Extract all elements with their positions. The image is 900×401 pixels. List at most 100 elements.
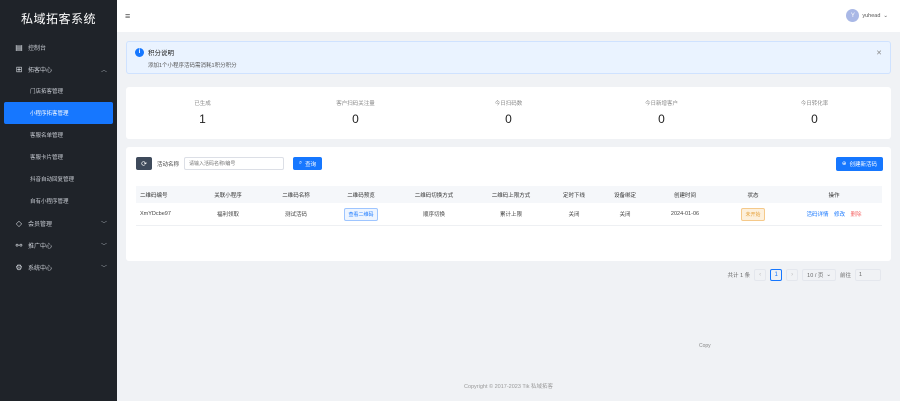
- next-page-button[interactable]: ›: [786, 269, 799, 281]
- table-row: XmYDcbe97 福利领取 测试活码 查看二维码 顺序切换 累计上限 关闭 关…: [136, 203, 882, 226]
- chevron-down-icon: ﹀: [100, 265, 107, 272]
- avatar: Y: [846, 9, 860, 22]
- stat-today-new: 今日新增客户 0: [585, 87, 738, 139]
- sidebar-item-label: 拓客中心: [28, 67, 53, 74]
- sidebar-item-customer-center[interactable]: ⊞ 拓客中心 ︿: [0, 58, 117, 80]
- sidebar-subitem-douyin-reply[interactable]: 抖音自动回复管理: [0, 168, 117, 190]
- copy-tooltip: Copy: [699, 343, 711, 349]
- pagination: 共计 1 条 ‹ 1 › 10 / 页 ⌄ 前往 1: [728, 269, 881, 281]
- column-header: 二维码上限方式: [491, 192, 531, 199]
- column-header: 创建时间: [673, 192, 696, 199]
- share-icon: ⚯: [15, 240, 23, 250]
- sidebar-subitem-miniprogram[interactable]: 小程序拓客管理: [4, 102, 113, 124]
- stat-value: 0: [505, 112, 512, 126]
- total-count: 共计 1 条: [727, 273, 751, 279]
- create-qrcode-button[interactable]: ⊕ 创建新活码: [835, 157, 883, 171]
- alert-description: 添加1个小程序活码需消耗1积分积分: [148, 63, 237, 69]
- field-label: 活动名称: [157, 161, 180, 168]
- close-icon[interactable]: ✕: [876, 49, 882, 57]
- stat-today-scans: 今日扫码数 0: [432, 87, 585, 139]
- prev-page-button[interactable]: ‹: [754, 269, 767, 281]
- jump-input[interactable]: 1: [855, 269, 881, 281]
- stat-value: 0: [811, 112, 818, 126]
- column-header: 关联小程序: [214, 192, 242, 199]
- column-header: 状态: [747, 192, 759, 199]
- sidebar-subitem-own-miniprogram[interactable]: 自有小程序管理: [0, 190, 117, 212]
- qrcode-table: 二维码编号 关联小程序 二维码名称 二维码预览 二维码切换方式 二维码上限方式 …: [136, 186, 882, 226]
- sidebar-item-members[interactable]: ◇ 会员管理 ﹀: [0, 212, 117, 234]
- column-header: 定时下线: [562, 192, 585, 199]
- dashboard-icon: ▤: [15, 42, 23, 52]
- sidebar-item-dashboard[interactable]: ▤ 控制台: [0, 36, 117, 58]
- column-header: 二维码编号: [140, 192, 168, 199]
- page-number[interactable]: 1: [770, 269, 783, 281]
- gear-icon: ⚙: [15, 262, 23, 272]
- refresh-button[interactable]: ⟳: [136, 157, 152, 170]
- sidebar-item-label: 控制台: [28, 45, 47, 52]
- cell-name: 测试活码: [284, 212, 307, 218]
- sidebar-item-promotion[interactable]: ⚯ 推广中心 ﹀: [0, 234, 117, 256]
- cell-miniprogram: 福利领取: [216, 212, 239, 218]
- cell-device-binding: 关闭: [619, 212, 631, 218]
- column-header: 二维码名称: [282, 192, 310, 199]
- status-badge: 未开始: [741, 207, 765, 221]
- chevron-up-icon: ︿: [100, 67, 107, 74]
- query-label: 查询: [305, 161, 317, 168]
- sidebar-item-label: 推广中心: [28, 243, 53, 250]
- footer: Copyright © 2017-2023 Tik 私域拓客: [463, 383, 554, 390]
- column-header: 操作: [828, 192, 840, 199]
- top-bar: ≡ Y yuhead ⌄: [117, 0, 900, 32]
- sidebar-subitem-service-list[interactable]: 客服名单管理: [0, 124, 117, 146]
- main-content: i 积分说明 添加1个小程序活码需消耗1积分积分 ✕ 已生成 1 客户扫码关注量…: [117, 32, 900, 401]
- chevron-down-icon: ﹀: [100, 221, 107, 228]
- stat-label: 今日新增客户: [644, 101, 678, 107]
- detail-link[interactable]: 活码详情: [806, 212, 828, 218]
- stat-generated: 已生成 1: [126, 87, 279, 139]
- stat-label: 客户扫码关注量: [336, 101, 375, 107]
- alert-title: 积分说明: [148, 50, 174, 57]
- stat-value: 0: [658, 112, 665, 126]
- user-name: yuhead: [862, 12, 881, 19]
- info-icon: i: [135, 47, 144, 57]
- stat-label: 今日转化率: [800, 101, 829, 107]
- column-header: 二维码预览: [347, 192, 375, 199]
- stat-label: 今日扫码数: [494, 101, 523, 107]
- create-label: 创建新活码: [849, 162, 877, 168]
- menu-icon[interactable]: ≡: [125, 11, 130, 21]
- chevron-down-icon: ⌄: [883, 12, 888, 19]
- chevron-down-icon: ﹀: [100, 243, 107, 250]
- user-menu[interactable]: Y yuhead ⌄: [846, 9, 888, 22]
- query-button[interactable]: ⌕ 查询: [293, 157, 323, 170]
- cell-timed-offline: 关闭: [568, 212, 580, 218]
- cell-actions: 活码详情 修改 删除: [786, 210, 882, 218]
- grid-icon: ⊞: [15, 64, 23, 74]
- cell-code: XmYDcbe97: [140, 211, 171, 217]
- plus-circle-icon: ⊕: [841, 161, 847, 167]
- column-header: 设备绑定: [613, 192, 636, 199]
- cell-switch-mode: 顺序切换: [422, 212, 445, 218]
- page-size-select[interactable]: 10 / 页 ⌄: [802, 269, 836, 281]
- table-header: 二维码编号 关联小程序 二维码名称 二维码预览 二维码切换方式 二维码上限方式 …: [136, 186, 882, 203]
- jump-label: 前往: [839, 273, 851, 279]
- sidebar-item-label: 系统中心: [28, 265, 53, 272]
- sidebar-item-system[interactable]: ⚙ 系统中心 ﹀: [0, 256, 117, 278]
- app-logo: 私域拓客系统: [20, 11, 96, 26]
- points-alert: i 积分说明 添加1个小程序活码需消耗1积分积分 ✕: [126, 41, 891, 74]
- qrcode-preview-link[interactable]: 查看二维码: [344, 207, 378, 221]
- search-input[interactable]: [184, 157, 285, 170]
- cell-created: 2024-01-06: [670, 211, 700, 217]
- cell-limit-mode: 累计上限: [499, 212, 522, 218]
- stat-scan-follow: 客户扫码关注量 0: [279, 87, 432, 139]
- edit-link[interactable]: 修改: [834, 212, 845, 218]
- sidebar-item-label: 会员管理: [28, 221, 53, 228]
- filter-bar: ⟳ 活动名称 ⌕ 查询: [136, 157, 323, 170]
- qrcode-list-panel: ⟳ 活动名称 ⌕ 查询 ⊕ 创建新活码 二维码编号 关联小程序 二维码名称 二维…: [126, 147, 891, 281]
- stat-today-conversion: 今日转化率 0: [738, 87, 891, 139]
- column-header: 二维码切换方式: [414, 192, 454, 199]
- stats-card: 已生成 1 客户扫码关注量 0 今日扫码数 0 今日新增客户 0 今日转化率 0: [126, 87, 891, 139]
- delete-link[interactable]: 删除: [851, 212, 862, 218]
- sidebar: 私域拓客系统 ▤ 控制台 ⊞ 拓客中心 ︿ 门店拓客管理 小程序拓客管理 客服名…: [0, 0, 117, 401]
- sidebar-subitem-store[interactable]: 门店拓客管理: [0, 80, 117, 102]
- page-size-value: 10 / 页: [807, 273, 824, 279]
- sidebar-subitem-service-card[interactable]: 客服卡片管理: [0, 146, 117, 168]
